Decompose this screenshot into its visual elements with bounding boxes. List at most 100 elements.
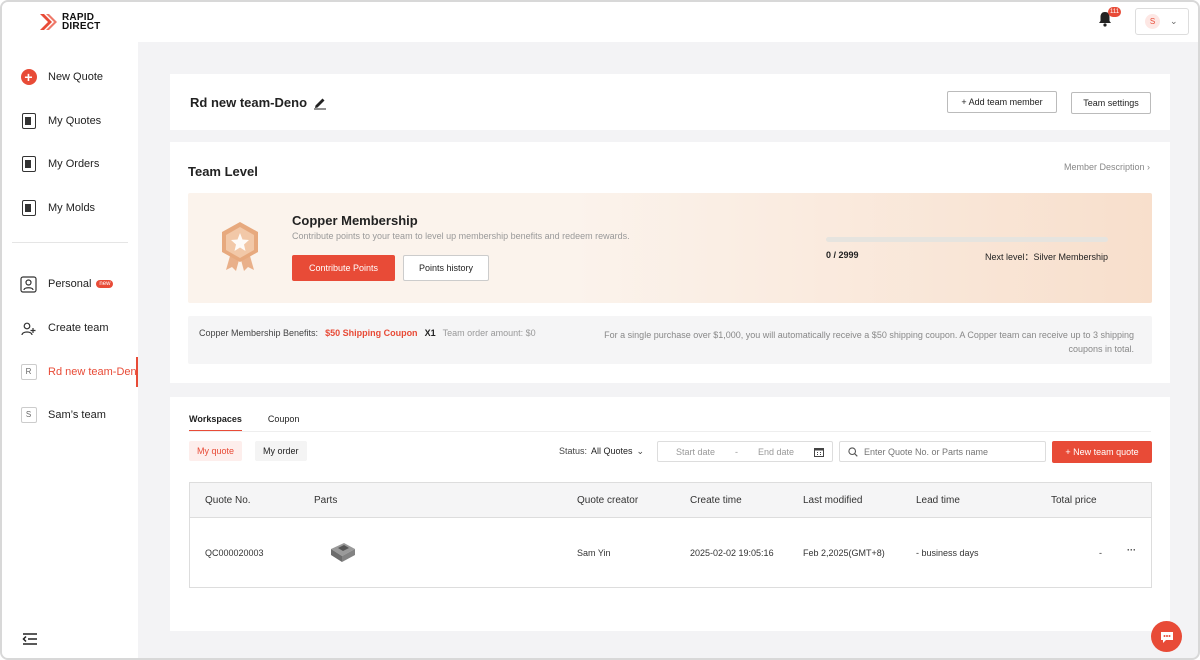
status-filter[interactable]: Status: All Quotes ⌄ xyxy=(559,446,644,457)
col-quote-no: Quote No. xyxy=(205,495,251,506)
plus-circle-icon: + xyxy=(20,69,37,86)
quotes-table: Quote No. Parts Quote creator Create tim… xyxy=(189,482,1152,588)
membership-title: Copper Membership xyxy=(292,213,418,228)
tab-workspaces[interactable]: Workspaces xyxy=(189,414,242,432)
logo-icon xyxy=(40,14,57,30)
member-description-label: Member Description xyxy=(1063,162,1145,172)
team-header-card: Rd new team-Deno + Add team member Team … xyxy=(170,74,1170,130)
benefit-coupon: $50 Shipping Coupon xyxy=(325,328,418,338)
collapse-sidebar-icon[interactable] xyxy=(22,632,38,646)
sidebar-item-label: My Molds xyxy=(48,202,96,214)
orders-icon xyxy=(20,156,37,173)
start-date-field[interactable]: Start date xyxy=(676,447,715,457)
workspace-tabs: Workspaces Coupon xyxy=(189,414,299,432)
molds-icon xyxy=(20,200,37,217)
col-lead-time: Lead time xyxy=(916,495,960,506)
edit-pencil-icon[interactable] xyxy=(313,96,327,110)
col-create-time: Create time xyxy=(690,495,742,506)
person-icon xyxy=(20,275,37,293)
search-box xyxy=(839,441,1046,462)
chat-button[interactable] xyxy=(1151,621,1182,652)
calendar-icon xyxy=(813,447,824,457)
date-range-picker[interactable]: Start date - End date xyxy=(657,441,833,462)
team-r-icon: R xyxy=(20,364,37,381)
chevron-down-icon: ⌄ xyxy=(1170,16,1178,26)
sidebar-item-label: My Quotes xyxy=(48,115,102,127)
team-level-title: Team Level xyxy=(188,164,258,179)
benefits-label: Copper Membership Benefits: xyxy=(199,328,319,338)
logo-line2: DIRECT xyxy=(62,21,101,32)
sidebar-item-my-quotes[interactable]: My Quotes xyxy=(2,106,138,136)
benefit-note: For a single purchase over $1,000, you w… xyxy=(604,330,1134,354)
benefit-count: X1 xyxy=(424,328,436,338)
sidebar-item-sams-team[interactable]: S Sam’s team xyxy=(2,400,138,430)
lead-time-cell: - business days xyxy=(916,548,979,558)
membership-subtitle: Contribute points to your team to level … xyxy=(292,231,630,241)
logo-text: RAPID DIRECT xyxy=(62,13,101,32)
search-input[interactable] xyxy=(864,446,1039,457)
create-team-icon xyxy=(20,320,37,337)
sidebar-item-label: New Quote xyxy=(48,71,104,83)
chevron-right-icon: › xyxy=(1147,162,1150,172)
points-progress-bar xyxy=(826,237,1108,242)
notifications-button[interactable]: 111 xyxy=(1096,7,1122,30)
sidebar-item-label: Sam’s team xyxy=(48,409,106,421)
add-team-member-button[interactable]: + Add team member xyxy=(947,91,1057,113)
points-progress-text: 0 / 2999 xyxy=(826,250,859,260)
sidebar-item-new-quote[interactable]: + New Quote xyxy=(2,62,138,92)
avatar: S xyxy=(1145,14,1160,29)
sidebar-item-rd-new-team[interactable]: R Rd new team-Deno xyxy=(2,357,138,387)
status-value: All Quotes xyxy=(591,446,633,456)
sidebar-item-label: Rd new team-Deno xyxy=(48,366,138,378)
membership-banner: Copper Membership Contribute points to y… xyxy=(188,193,1152,303)
my-quote-filter[interactable]: My quote xyxy=(189,441,243,461)
team-level-card: Team Level Member Description › Copper M… xyxy=(170,142,1170,383)
contribute-points-button[interactable]: Contribute Points xyxy=(292,255,395,281)
app-window: RAPID DIRECT 111 S ⌄ + New Quote My Quot… xyxy=(0,0,1200,660)
team-name: Rd new team-Deno xyxy=(190,95,308,110)
table-row[interactable]: QC000020003 Sam Yin 2025-02-02 19:05:16 … xyxy=(190,518,1151,588)
tabs-divider xyxy=(189,431,1151,432)
date-separator: - xyxy=(735,446,738,457)
table-header: Quote No. Parts Quote creator Create tim… xyxy=(190,483,1151,518)
sidebar-item-my-orders[interactable]: My Orders xyxy=(2,149,138,179)
search-icon xyxy=(848,446,858,457)
status-label: Status: xyxy=(559,446,588,456)
notification-badge: 111 xyxy=(1108,7,1122,17)
user-menu[interactable]: S ⌄ xyxy=(1135,8,1189,35)
last-modified-cell: Feb 2,2025(GMT+8) xyxy=(803,548,885,558)
sidebar-item-label: Personal xyxy=(48,278,92,290)
chevron-down-icon: ⌄ xyxy=(636,446,645,456)
sidebar-divider xyxy=(12,242,128,243)
my-order-filter[interactable]: My order xyxy=(255,441,307,461)
create-time-cell: 2025-02-02 19:05:16 xyxy=(690,548,774,558)
part-thumbnail xyxy=(331,543,355,562)
sidebar-item-my-molds[interactable]: My Molds xyxy=(2,193,138,223)
col-last-modified: Last modified xyxy=(803,495,863,506)
tab-coupon[interactable]: Coupon xyxy=(268,414,300,432)
col-total-price: Total price xyxy=(1051,495,1097,506)
total-price-cell: - xyxy=(1099,548,1102,558)
sidebar-item-label: Create team xyxy=(48,322,109,334)
workspace-card: Workspaces Coupon My quote My order Stat… xyxy=(170,397,1170,631)
member-description-link[interactable]: Member Description › xyxy=(1064,162,1150,172)
team-order-amount: Team order amount: $0 xyxy=(442,328,536,338)
benefits-summary: Copper Membership Benefits: $50 Shipping… xyxy=(199,328,536,338)
new-team-quote-button[interactable]: + New team quote xyxy=(1052,441,1152,463)
end-date-field[interactable]: End date xyxy=(758,447,794,457)
sidebar: + New Quote My Quotes My Orders My Molds… xyxy=(2,42,138,658)
team-settings-button[interactable]: Team settings xyxy=(1071,92,1151,114)
sidebar-item-create-team[interactable]: Create team xyxy=(2,313,138,343)
more-actions-icon[interactable]: ··· xyxy=(1127,545,1136,555)
sidebar-item-personal[interactable]: Personal new xyxy=(2,269,138,299)
points-history-button[interactable]: Points history xyxy=(403,255,489,281)
brand-logo[interactable]: RAPID DIRECT xyxy=(38,12,100,32)
col-quote-creator: Quote creator xyxy=(577,495,639,506)
chat-icon xyxy=(1160,631,1173,643)
quote-no-cell[interactable]: QC000020003 xyxy=(205,548,264,558)
sidebar-item-label: My Orders xyxy=(48,158,100,170)
new-badge: new xyxy=(96,280,114,288)
team-s-icon: S xyxy=(20,407,37,424)
membership-benefits: Copper Membership Benefits: $50 Shipping… xyxy=(188,316,1152,364)
creator-cell: Sam Yin xyxy=(577,548,611,558)
